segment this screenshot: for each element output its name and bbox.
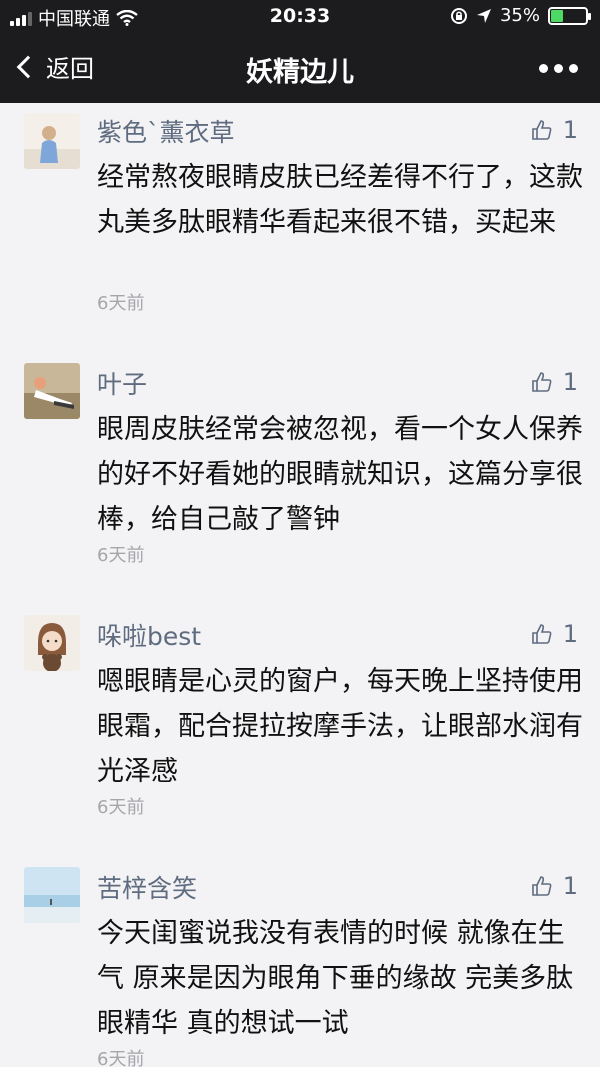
battery-percent: 35% [499,5,540,26]
comment-time: 6天前 [97,545,145,566]
username[interactable]: 哚啦best [97,617,201,653]
more-dot-icon [539,64,548,73]
like-button[interactable]: 1 [531,116,578,144]
comment-time: 6天前 [97,293,145,314]
like-count: 1 [562,872,578,900]
username[interactable]: 紫色`薰衣草 [97,113,235,149]
comment-item: 紫色`薰衣草 1 经常熬夜眼睛皮肤已经差得不行了，这款丸美多肽眼精华看起来很不错… [0,103,600,355]
comment-text: 经常熬夜眼睛皮肤已经差得不行了，这款丸美多肽眼精华看起来很不错，买起来 [97,162,583,238]
username[interactable]: 叶子 [97,365,147,401]
rotation-lock-icon [450,7,467,24]
comment-item: 哚啦best 1 嗯眼睛是心灵的窗户，每天晚上坚持使用眼霜，配合提拉按摩手法，让… [0,607,600,859]
comment-item: 苦梓含笑 1 今天闺蜜说我没有表情的时候 就像在生气 原来是因为眼角下垂的缘故 … [0,859,600,1067]
avatar[interactable] [24,113,80,169]
username[interactable]: 苦梓含笑 [97,869,197,905]
thumbs-up-icon [531,876,552,896]
like-count: 1 [562,116,578,144]
avatar[interactable] [24,867,80,923]
comment-list[interactable]: 紫色`薰衣草 1 经常熬夜眼睛皮肤已经差得不行了，这款丸美多肽眼精华看起来很不错… [0,103,600,1067]
avatar[interactable] [24,363,80,419]
location-icon [476,8,491,23]
comment-text: 今天闺蜜说我没有表情的时候 就像在生气 原来是因为眼角下垂的缘故 完美多肽眼精华… [97,918,574,1039]
comment-item: 叶子 1 眼周皮肤经常会被忽视，看一个女人保养的好不好看她的眼睛就知识，这篇分享… [0,355,600,607]
more-options-button[interactable] [539,64,578,73]
thumbs-up-icon [531,372,552,392]
avatar[interactable] [24,615,80,671]
thumbs-up-icon [531,120,552,140]
comment-time: 6天前 [97,1049,145,1067]
more-dot-icon [554,64,563,73]
status-bar: 中国联通 20:33 35% [0,0,600,34]
nav-bar: 返回 妖精边儿 [0,34,600,103]
page-title: 妖精边儿 [246,57,354,88]
battery-level [551,9,563,22]
thumbs-up-icon [531,624,552,644]
comment-text: 嗯眼睛是心灵的窗户，每天晚上坚持使用眼霜，配合提拉按摩手法，让眼部水润有光泽感 [97,666,583,787]
comment-text: 眼周皮肤经常会被忽视，看一个女人保养的好不好看她的眼睛就知识，这篇分享很棒，给自… [97,414,583,535]
battery-icon [548,6,591,25]
more-dot-icon [569,64,578,73]
like-count: 1 [562,620,578,648]
comment-time: 6天前 [97,797,145,818]
like-button[interactable]: 1 [531,368,578,396]
like-button[interactable]: 1 [531,620,578,648]
top-bar: 中国联通 20:33 35% 返回 妖精边儿 [0,0,600,103]
status-right: 35% [450,5,591,26]
like-count: 1 [562,368,578,396]
like-button[interactable]: 1 [531,872,578,900]
